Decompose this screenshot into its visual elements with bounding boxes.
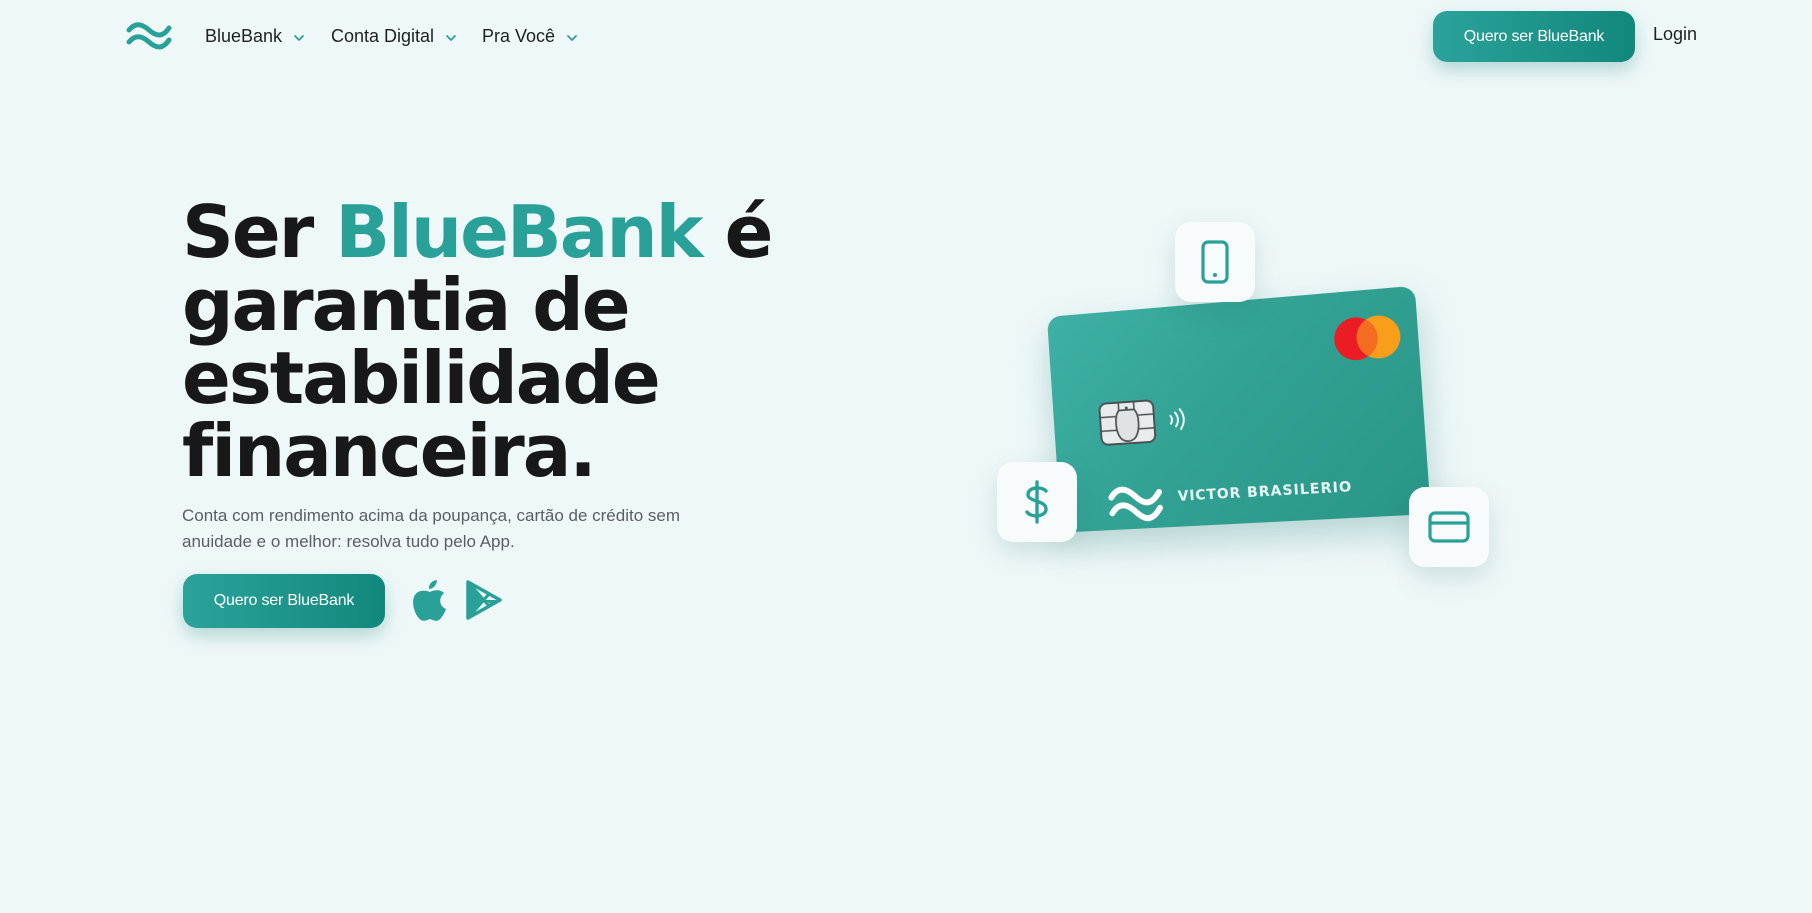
nav-item-label: Pra Você [482, 26, 555, 47]
nav-item-bluebank[interactable]: BlueBank [205, 20, 306, 52]
dollar-icon [1022, 479, 1052, 525]
navbar: BlueBank Conta Digital Pra Você Quero se… [0, 0, 1812, 72]
chevron-down-icon [292, 31, 306, 45]
login-link[interactable]: Login [1653, 24, 1697, 45]
apple-store-icon[interactable] [410, 578, 450, 622]
nav-item-pra-voce[interactable]: Pra Você [482, 20, 579, 52]
card-chip-icon [1098, 399, 1156, 446]
credit-card-icon [1428, 511, 1470, 543]
chevron-down-icon [565, 31, 579, 45]
hero-title-accent: BlueBank [335, 190, 701, 274]
card-holder-name: VICTOR BRASILERIO [1177, 479, 1352, 505]
money-tile [997, 462, 1077, 542]
credit-card-illustration: VICTOR BRASILERIO [1040, 284, 1415, 554]
nav-item-conta-digital[interactable]: Conta Digital [331, 20, 458, 52]
phone-tile [1175, 222, 1255, 302]
google-play-icon[interactable] [465, 580, 503, 620]
bluebank-logo-icon[interactable] [126, 20, 172, 52]
credit-card: VICTOR BRASILERIO [1047, 286, 1431, 533]
nav-item-label: BlueBank [205, 26, 282, 47]
landing-page: BlueBank Conta Digital Pra Você Quero se… [0, 0, 1812, 913]
hero-title: Ser BlueBank é garantia de estabilidade … [182, 196, 802, 488]
card-tile [1409, 487, 1489, 567]
mastercard-logo-icon [1329, 309, 1405, 366]
hero-title-pre: Ser [182, 190, 335, 274]
hero-signup-button[interactable]: Quero ser BlueBank [183, 574, 385, 628]
nav-item-label: Conta Digital [331, 26, 434, 47]
nav-signup-button[interactable]: Quero ser BlueBank [1433, 11, 1635, 62]
smartphone-icon [1200, 240, 1230, 284]
card-wave-logo-icon [1108, 482, 1164, 524]
contactless-icon [1166, 405, 1191, 434]
chevron-down-icon [444, 31, 458, 45]
hero-subtitle: Conta com rendimento acima da poupança, … [182, 503, 702, 555]
